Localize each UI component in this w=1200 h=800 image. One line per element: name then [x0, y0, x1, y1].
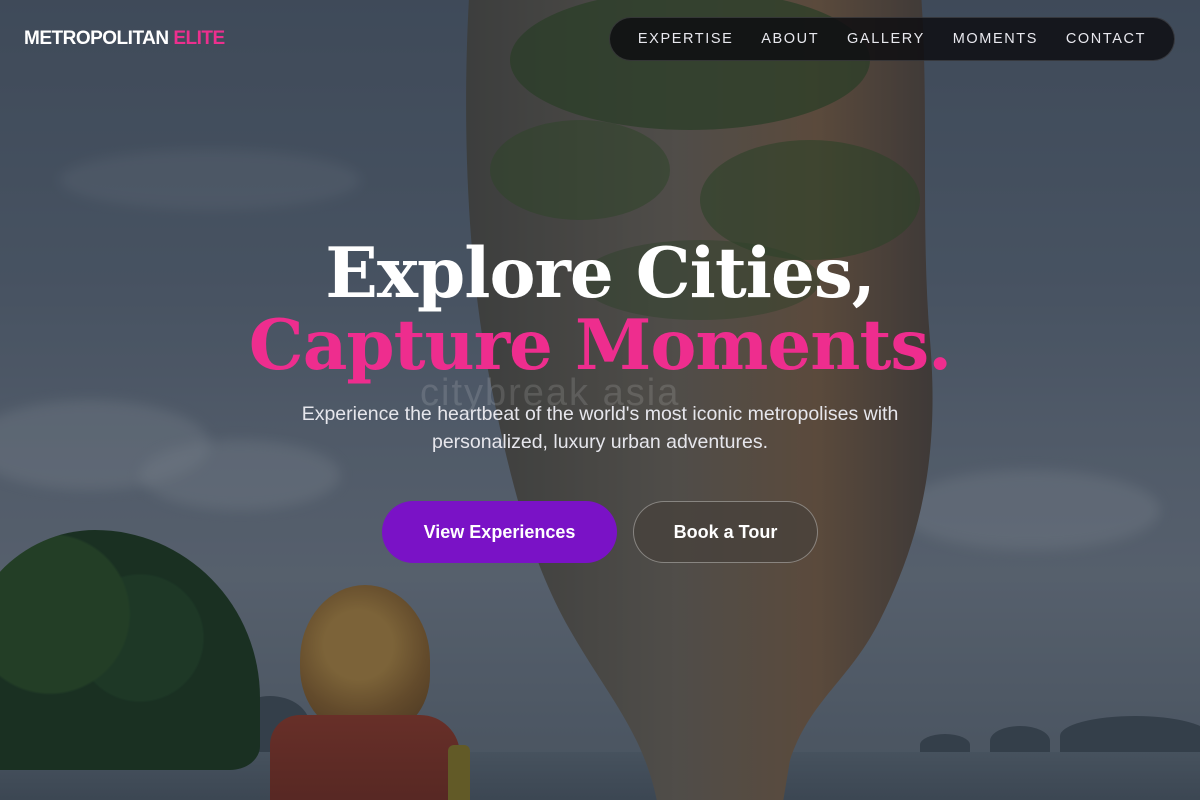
brand-name: METROPOLITAN: [24, 28, 169, 49]
hero-section: Explore Cities, Capture Moments. Experie…: [0, 238, 1200, 456]
view-experiences-button[interactable]: View Experiences: [382, 501, 617, 563]
nav-link-gallery[interactable]: GALLERY: [847, 31, 925, 47]
nav-link-contact[interactable]: CONTACT: [1066, 31, 1146, 47]
brand-logo[interactable]: METROPOLITAN ELITE: [24, 28, 225, 50]
hero-title-line2: Capture Moments.: [248, 305, 952, 386]
book-tour-button[interactable]: Book a Tour: [633, 501, 818, 563]
nav-link-moments[interactable]: MOMENTS: [953, 31, 1038, 47]
nav-link-about[interactable]: ABOUT: [761, 31, 819, 47]
hero-subtitle: Experience the heartbeat of the world's …: [301, 403, 899, 453]
hero-title-line1: Explore Cities,: [325, 233, 875, 314]
hero-cta-group: View Experiences Book a Tour: [0, 501, 1200, 563]
nav-link-expertise[interactable]: EXPERTISE: [638, 31, 734, 47]
brand-accent: ELITE: [173, 28, 225, 49]
main-nav: EXPERTISE ABOUT GALLERY MOMENTS CONTACT: [609, 17, 1175, 61]
